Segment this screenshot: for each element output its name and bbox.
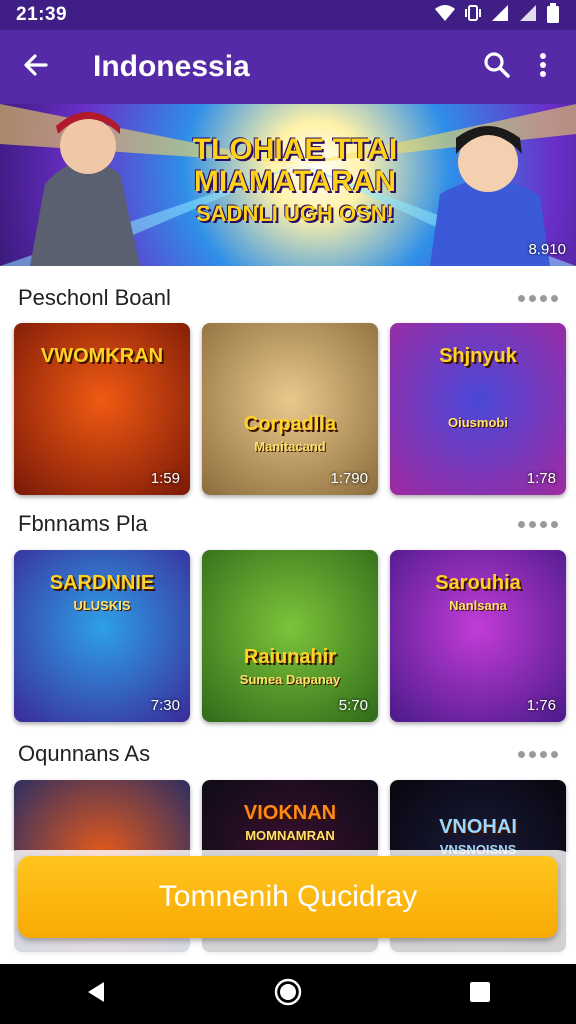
signal-icon-2 — [518, 4, 538, 27]
back-button[interactable] — [11, 42, 61, 92]
game-card-title: Corpadlla — [243, 413, 337, 435]
game-card-subtitle: Manitacand — [254, 439, 326, 454]
nav-back-button[interactable] — [66, 964, 126, 1024]
system-nav-bar — [0, 964, 576, 1024]
game-card-count: 1:76 — [526, 697, 556, 714]
game-card-title: Raiunahir — [243, 646, 337, 668]
game-card-count: 7:30 — [150, 697, 180, 714]
nav-recents-button[interactable] — [450, 964, 510, 1024]
game-card[interactable]: VWOMKRAN 1:59 — [14, 323, 190, 495]
nav-home-button[interactable] — [258, 964, 318, 1024]
section-header-3: Oqunnans As — [18, 739, 558, 769]
game-card-subtitle: Nanlsana — [449, 598, 507, 613]
section-title: Oqunnans As — [18, 741, 151, 766]
section-title: Fbnnams Pla — [18, 511, 148, 536]
game-card-title: VIOKNAN — [243, 802, 337, 824]
banner-line-1: TLOHIAE TTAI — [192, 133, 398, 166]
banner-count: 8.910 — [528, 241, 566, 258]
game-card[interactable]: SARDNNIE ULUSKIS 7:30 — [14, 550, 190, 722]
game-card-title: VWOMKRAN — [40, 345, 164, 367]
game-card[interactable]: Shjnyuk Oiusmobi 1:78 — [390, 323, 566, 495]
more-options-button[interactable] — [520, 44, 566, 90]
status-icons — [434, 2, 560, 28]
page-title: Indonessia — [93, 50, 250, 83]
circle-home-icon — [274, 978, 302, 1011]
section-header-2: Fbnnams Pla — [18, 509, 558, 539]
app-actions — [474, 44, 566, 90]
section-title: Peschonl Boanl — [18, 285, 171, 310]
game-card-count: 1:59 — [150, 470, 180, 487]
status-bar: 21:39 — [0, 0, 576, 30]
game-card[interactable]: Corpadlla Manitacand 1:790 — [202, 323, 378, 495]
game-card-subtitle: Oiusmobi — [448, 415, 508, 430]
game-card[interactable]: Sarouhia Nanlsana 1:76 — [390, 550, 566, 722]
game-card-title: SARDNNIE — [49, 572, 155, 594]
game-card-count: 1:790 — [330, 470, 368, 487]
section-more-button[interactable] — [518, 750, 558, 758]
section-header-1: Peschonl Boanl — [18, 283, 558, 313]
featured-banner[interactable]: TLOHIAE TTAI MIAMATARAN SADNLI UGH OSN! … — [0, 104, 576, 266]
battery-icon — [546, 2, 560, 28]
section-more-button[interactable] — [518, 520, 558, 528]
game-card-title: Shjnyuk — [439, 345, 517, 367]
game-card-count: 5:70 — [338, 697, 368, 714]
section-more-button[interactable] — [518, 294, 558, 302]
app-bar: Indonessia — [0, 30, 576, 104]
square-recents-icon — [469, 981, 491, 1008]
wifi-icon — [434, 4, 456, 27]
status-time: 21:39 — [16, 4, 68, 25]
banner-line-3: SADNLI UGH OSN! — [196, 201, 394, 226]
triangle-back-icon — [84, 980, 108, 1009]
banner-line-2: MIAMATARAN — [193, 165, 397, 198]
game-card[interactable]: Raiunahir Sumea Dapanay 5:70 — [202, 550, 378, 722]
game-card-title: VNOHAI — [439, 816, 517, 838]
search-icon — [483, 51, 511, 84]
game-card-subtitle: Sumea Dapanay — [239, 672, 341, 687]
game-card-count: 1:78 — [526, 470, 556, 487]
banner-headline: TLOHIAE TTAI MIAMATARAN SADNLI UGH OSN! — [170, 134, 420, 228]
game-card-title: Sarouhia — [435, 572, 521, 594]
vibrate-icon — [464, 4, 482, 27]
arrow-back-icon — [22, 51, 50, 84]
search-button[interactable] — [474, 44, 520, 90]
primary-action-button[interactable]: Tomnenih Qucidray — [18, 856, 558, 938]
more-vert-icon — [538, 52, 548, 83]
game-card-subtitle: MOMNAMRAN — [245, 828, 335, 843]
signal-icon — [490, 4, 510, 27]
game-card-subtitle: ULUSKIS — [73, 598, 131, 613]
